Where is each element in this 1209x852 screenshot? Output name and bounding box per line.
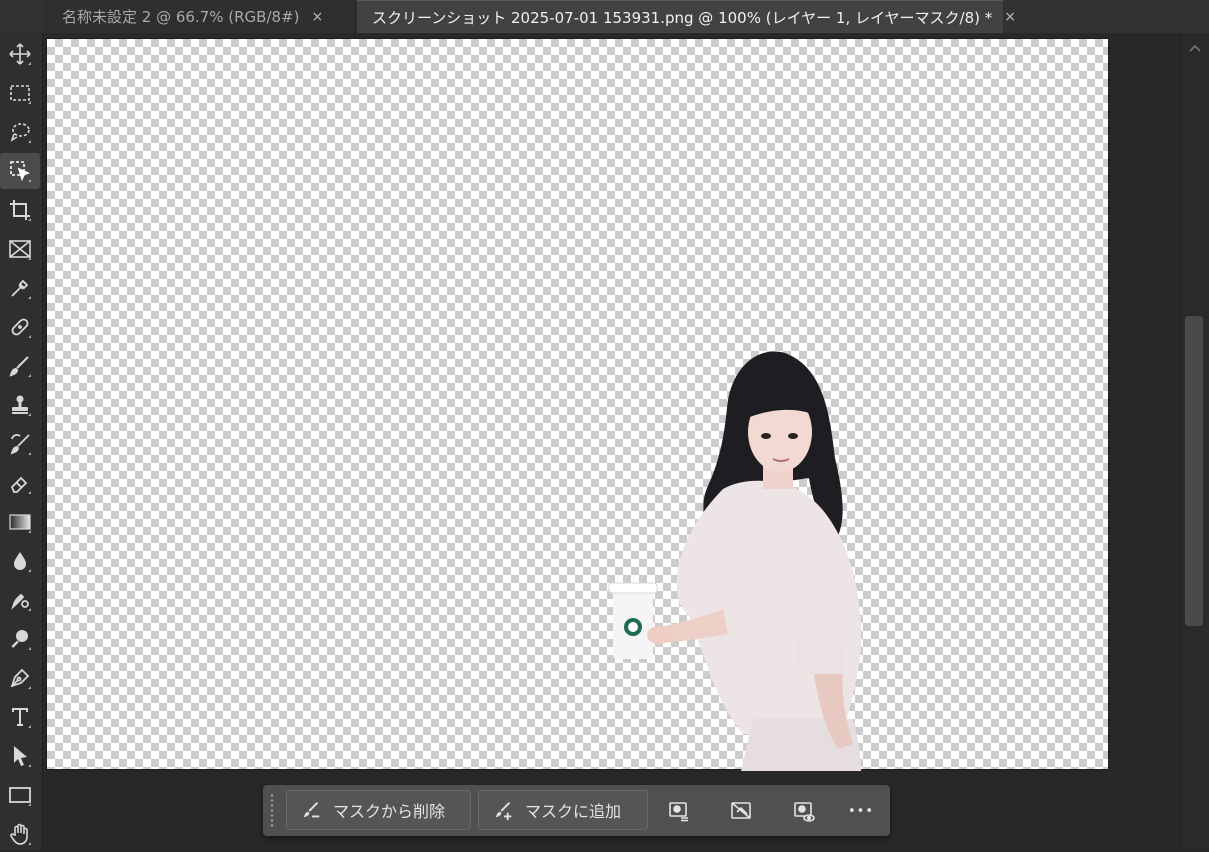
tools-panel [0, 33, 43, 850]
clone-stamp-tool-icon[interactable] [0, 387, 40, 423]
scroll-up-arrow-icon[interactable] [1189, 43, 1201, 53]
marquee-tool-icon[interactable] [0, 75, 40, 111]
view-mask-icon[interactable] [791, 798, 817, 824]
more-options-icon[interactable]: ••• [848, 798, 874, 824]
document-tab-untitled-2[interactable]: 名称未設定 2 @ 66.7% (RGB/8#) × [44, 0, 356, 33]
document-tab-bar: 名称未設定 2 @ 66.7% (RGB/8#) × スクリーンショット 202… [0, 0, 1209, 33]
crop-tool-icon[interactable] [0, 192, 40, 228]
path-selection-tool-icon[interactable] [0, 738, 40, 774]
type-tool-icon[interactable] [0, 699, 40, 735]
mask-settings-icon[interactable] [666, 798, 692, 824]
history-brush-tool-icon[interactable] [0, 426, 40, 462]
brush-tool-icon[interactable] [0, 348, 40, 384]
brush-plus-icon [495, 802, 512, 821]
gradient-tool-icon[interactable] [0, 504, 40, 540]
object-selection-tool-icon[interactable] [0, 153, 40, 189]
close-icon[interactable]: × [311, 9, 323, 25]
invert-mask-icon[interactable] [728, 798, 754, 824]
rectangle-tool-icon[interactable] [0, 777, 40, 813]
smudge-tool-icon[interactable] [0, 582, 40, 618]
tab-title: スクリーンショット 2025-07-01 153931.png @ 100% (… [372, 8, 993, 27]
document-tab-screenshot[interactable]: スクリーンショット 2025-07-01 153931.png @ 100% (… [357, 0, 1016, 33]
document-canvas[interactable] [47, 39, 1108, 771]
add-to-mask-label: マスクに追加 [525, 802, 622, 821]
pen-tool-icon[interactable] [0, 660, 40, 696]
masked-person-image [608, 351, 862, 771]
dodge-tool-icon[interactable] [0, 621, 40, 657]
tab-title: 名称未設定 2 @ 66.7% (RGB/8#) [62, 8, 300, 26]
eyedropper-tool-icon[interactable] [0, 270, 40, 306]
subtract-from-mask-label: マスクから削除 [333, 802, 446, 821]
drag-handle-icon[interactable] [269, 793, 275, 829]
lasso-tool-icon[interactable] [0, 114, 40, 150]
scrollbar-thumb[interactable] [1185, 316, 1203, 626]
contextual-task-bar: マスクから削除 マスクに追加 ••• [263, 785, 890, 836]
hand-tool-icon[interactable] [0, 816, 40, 852]
add-to-mask-button[interactable]: マスクに追加 [478, 790, 648, 830]
blur-tool-icon[interactable] [0, 543, 40, 579]
vertical-scrollbar[interactable] [1180, 33, 1209, 850]
move-tool-icon[interactable] [0, 36, 40, 72]
close-icon[interactable]: × [1004, 9, 1016, 25]
eraser-tool-icon[interactable] [0, 465, 40, 501]
subtract-from-mask-button[interactable]: マスクから削除 [286, 790, 471, 830]
frame-tool-icon[interactable] [0, 231, 40, 267]
healing-brush-tool-icon[interactable] [0, 309, 40, 345]
brush-minus-icon [303, 802, 320, 818]
